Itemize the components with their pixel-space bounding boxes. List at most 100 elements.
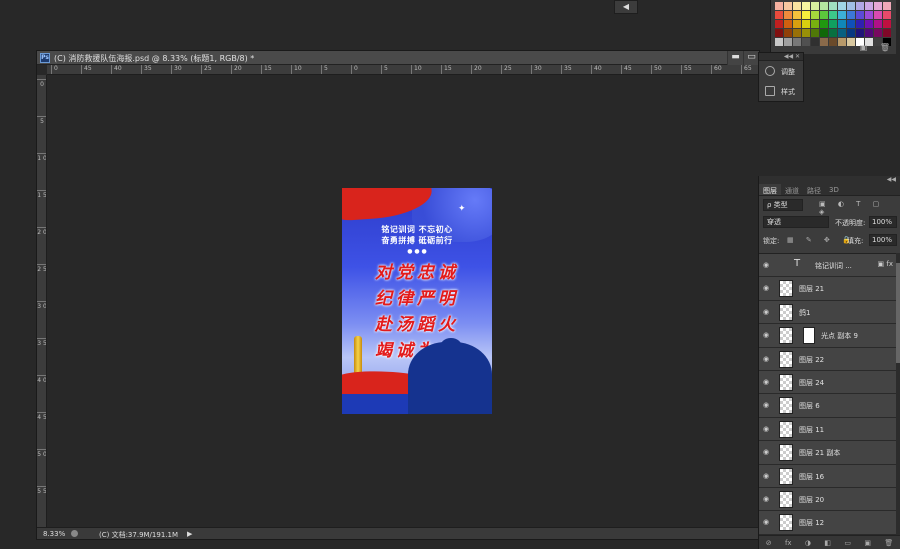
layers-collapse-button[interactable]: ◀◀ [759, 176, 900, 184]
color-swatch[interactable] [838, 2, 846, 10]
color-swatch[interactable] [883, 29, 891, 37]
layer-filter-icons[interactable]: ▣ ◐ T ▢ ◈ [819, 200, 898, 216]
visibility-eye-icon[interactable]: ◉ [763, 378, 773, 386]
visibility-eye-icon[interactable]: ◉ [763, 472, 773, 480]
color-swatch[interactable] [883, 11, 891, 19]
color-swatch[interactable] [883, 20, 891, 28]
color-swatch[interactable] [874, 2, 882, 10]
poster-artwork[interactable]: ✦ 铭记训词 不忘初心 奋勇拼搏 砥砺前行 ● ● ● 对党忠诚 纪律严明 赴汤… [342, 188, 492, 414]
color-swatch[interactable] [874, 29, 882, 37]
layer-mask-thumbnail[interactable] [803, 327, 815, 345]
color-swatch[interactable] [784, 20, 792, 28]
color-swatch[interactable] [865, 11, 873, 19]
color-swatch[interactable] [775, 38, 783, 46]
visibility-eye-icon[interactable]: ◉ [763, 518, 773, 526]
status-menu-arrow-icon[interactable]: ▶ [187, 530, 192, 538]
color-swatch[interactable] [775, 20, 783, 28]
color-swatch[interactable] [847, 29, 855, 37]
color-swatch[interactable] [775, 29, 783, 37]
layer-row[interactable]: ◉ 图层 22 [759, 347, 897, 371]
mini-panel-header[interactable]: ◀◀ ✕ [759, 53, 803, 61]
color-swatch[interactable] [820, 38, 828, 46]
styles-button[interactable]: 样式 [759, 81, 803, 101]
fill-input[interactable]: 100% [869, 234, 897, 246]
color-swatch[interactable] [802, 38, 810, 46]
color-swatch[interactable] [838, 11, 846, 19]
visibility-eye-icon[interactable]: ◉ [763, 331, 773, 339]
color-swatch[interactable] [856, 29, 864, 37]
color-swatch[interactable] [820, 29, 828, 37]
color-swatch[interactable] [874, 11, 882, 19]
adjustments-button[interactable]: 调整 [759, 61, 803, 81]
color-swatch[interactable] [784, 29, 792, 37]
visibility-eye-icon[interactable]: ◉ [763, 425, 773, 433]
adjustment-layer-icon[interactable]: ◧ [824, 539, 831, 547]
layer-row[interactable]: ◉ T 铭记训词 ... ▣ fx [759, 254, 897, 278]
color-swatch[interactable] [856, 2, 864, 10]
color-swatch[interactable] [865, 20, 873, 28]
visibility-eye-icon[interactable]: ◉ [763, 355, 773, 363]
visibility-eye-icon[interactable]: ◉ [763, 308, 773, 316]
blend-mode-select[interactable]: 穿透 [763, 216, 829, 228]
zoom-level[interactable]: 8.33% [43, 530, 65, 538]
document-tab[interactable]: Ps (C) 消防救援队伍海报.psd @ 8.33% (标题1, RGB/8)… [37, 51, 759, 65]
color-swatch[interactable] [784, 11, 792, 19]
color-swatch[interactable] [829, 20, 837, 28]
color-swatch[interactable] [793, 38, 801, 46]
color-swatch[interactable] [802, 2, 810, 10]
color-swatch[interactable] [793, 2, 801, 10]
color-swatch[interactable] [847, 20, 855, 28]
color-swatch[interactable] [820, 20, 828, 28]
color-swatch[interactable] [793, 11, 801, 19]
visibility-eye-icon[interactable]: ◉ [763, 448, 773, 456]
color-swatch[interactable] [802, 11, 810, 19]
tab-layers[interactable]: 图层 [759, 184, 781, 195]
color-swatch[interactable] [811, 20, 819, 28]
trash-icon[interactable]: 🗑 [884, 539, 893, 547]
color-swatch[interactable] [820, 2, 828, 10]
tab-3d[interactable]: 3D [825, 184, 843, 195]
opacity-input[interactable]: 100% [869, 216, 897, 228]
layer-row[interactable]: ◉ 图层 21 [759, 277, 897, 301]
color-swatch[interactable] [865, 2, 873, 10]
visibility-eye-icon[interactable]: ◉ [763, 401, 773, 409]
color-swatch[interactable] [865, 29, 873, 37]
color-swatch[interactable] [838, 38, 846, 46]
color-swatch[interactable] [811, 38, 819, 46]
color-swatch[interactable] [829, 29, 837, 37]
layer-row[interactable]: ◉ 图层 12 [759, 511, 897, 535]
color-swatch[interactable] [829, 11, 837, 19]
visibility-eye-icon[interactable]: ◉ [763, 284, 773, 292]
layer-row[interactable]: ◉ 光点 副本 9 [759, 324, 897, 348]
layers-scroll-thumb[interactable] [896, 263, 900, 363]
tab-channels[interactable]: 通道 [781, 184, 803, 195]
layer-row[interactable]: ◉ 图层 11 [759, 417, 897, 442]
vertical-ruler[interactable]: 0 5 1 0 1 5 2 0 2 5 3 0 3 5 4 0 4 5 5 0 5 5 [37, 75, 47, 530]
layer-row[interactable]: ◉ 图层 24 [759, 370, 897, 395]
tab-paths[interactable]: 路径 [803, 184, 825, 195]
minimize-button[interactable]: ▬ [727, 51, 743, 65]
layers-scrollbar[interactable] [896, 253, 900, 535]
color-swatch[interactable] [802, 20, 810, 28]
color-swatch[interactable] [811, 2, 819, 10]
new-layer-icon[interactable]: ▣ [864, 539, 871, 547]
lock-icons[interactable]: ▦ ✎ ✥ 🔒 [787, 236, 856, 244]
color-swatch[interactable] [793, 29, 801, 37]
layer-row[interactable]: ◉ 鸽1 [759, 300, 897, 325]
visibility-eye-icon[interactable]: ◉ [763, 495, 773, 503]
color-swatch[interactable] [847, 2, 855, 10]
color-swatch[interactable] [775, 11, 783, 19]
color-swatch[interactable] [820, 11, 828, 19]
horizontal-ruler[interactable]: 0 45 40 35 30 25 20 15 10 5 0 5 10 15 20 25 30 35 40 45 50 55… [47, 65, 761, 75]
color-swatch[interactable] [784, 2, 792, 10]
layer-filter-select[interactable]: ρ 类型 [763, 199, 803, 211]
visibility-eye-icon[interactable]: ◉ [763, 261, 773, 269]
color-swatch[interactable] [811, 29, 819, 37]
color-swatch[interactable] [793, 20, 801, 28]
new-swatch-icon[interactable]: ▣ [860, 43, 868, 52]
color-swatch[interactable] [838, 20, 846, 28]
color-swatch[interactable] [838, 29, 846, 37]
layer-row[interactable]: ◉ 图层 6 [759, 394, 897, 418]
color-swatch[interactable] [856, 11, 864, 19]
layer-row[interactable]: ◉ 图层 16 [759, 464, 897, 488]
